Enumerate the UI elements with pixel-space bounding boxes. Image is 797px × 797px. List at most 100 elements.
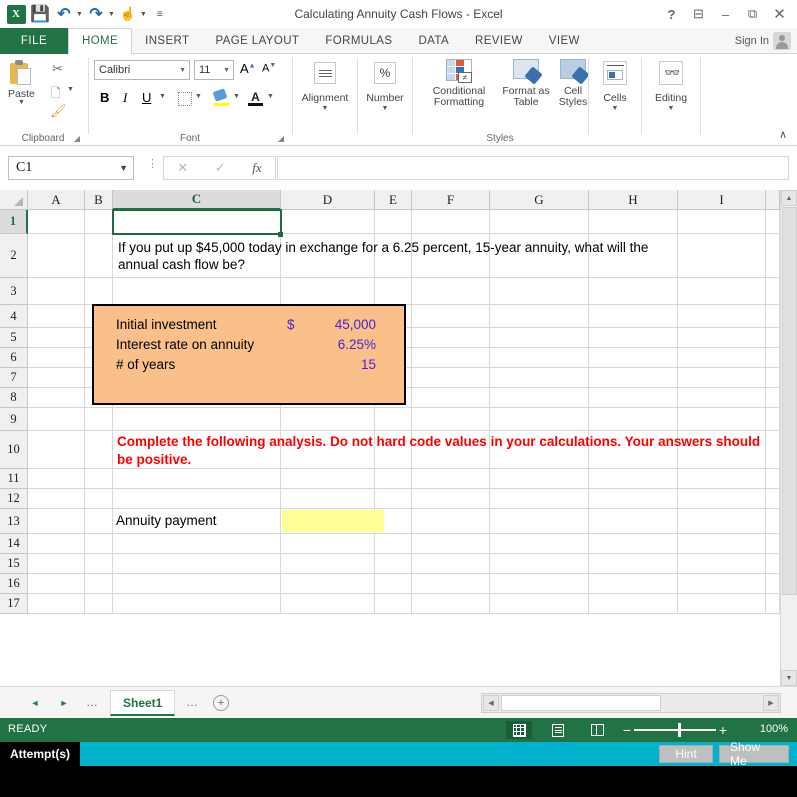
cell-H6[interactable] (589, 348, 678, 368)
answer-cell-d13[interactable] (282, 510, 384, 532)
vertical-scrollbar[interactable]: ▲ ▼ (780, 190, 797, 686)
select-all-corner[interactable] (0, 190, 28, 210)
restore-icon[interactable]: ⧉ (739, 1, 766, 27)
cell-A2[interactable] (28, 234, 85, 278)
cell-A4[interactable] (28, 305, 85, 328)
cell-I7[interactable] (678, 368, 766, 388)
cell-F11[interactable] (412, 469, 490, 489)
font-name-dropdown-icon[interactable]: ▼ (179, 67, 186, 74)
cell-A5[interactable] (28, 328, 85, 348)
column-header-g[interactable]: G (490, 190, 589, 210)
cell-E17[interactable] (375, 594, 412, 614)
cell-B10[interactable] (85, 431, 113, 469)
cell-H16[interactable] (589, 574, 678, 594)
decrease-font-size-icon[interactable]: A▼ (262, 62, 276, 75)
cell-D17[interactable] (281, 594, 375, 614)
tab-review[interactable]: REVIEW (462, 28, 536, 54)
cell-B13[interactable] (85, 509, 113, 534)
zoom-level[interactable]: 100% (760, 723, 788, 735)
touch-mode-icon[interactable]: ☝ (117, 3, 139, 25)
tab-insert[interactable]: INSERT (132, 28, 202, 54)
cell-A6[interactable] (28, 348, 85, 368)
cell-H13[interactable] (589, 509, 678, 534)
zoom-in-icon[interactable]: + (716, 722, 730, 738)
cell-D12[interactable] (281, 489, 375, 509)
format-as-table-button[interactable]: Format as Table (498, 59, 554, 108)
cell-F6[interactable] (412, 348, 490, 368)
page-break-view-icon[interactable] (584, 721, 610, 739)
cell-I15[interactable] (678, 554, 766, 574)
column-header-i[interactable]: I (678, 190, 766, 210)
cell-undefined15[interactable] (766, 554, 780, 574)
paste-dropdown-icon[interactable]: ▼ (18, 99, 25, 106)
cell-undefined10[interactable] (766, 431, 780, 469)
cell-undefined8[interactable] (766, 388, 780, 408)
cell-C9[interactable] (113, 408, 281, 431)
zoom-track[interactable] (634, 723, 716, 738)
minimize-icon[interactable]: – (712, 1, 739, 27)
column-header-c[interactable]: C (113, 190, 281, 210)
ribbon-group-editing[interactable]: 👓 Editing ▼ (643, 54, 699, 146)
cell-G3[interactable] (490, 278, 589, 305)
tab-home[interactable]: HOME (68, 28, 133, 54)
customize-qat-icon[interactable]: ≡ (149, 3, 171, 25)
page-layout-view-icon[interactable] (545, 721, 571, 739)
cell-E3[interactable] (375, 278, 412, 305)
bold-button[interactable]: B (100, 90, 109, 105)
cell-H4[interactable] (589, 305, 678, 328)
sheet-tab-sheet1[interactable]: Sheet1 (110, 690, 176, 716)
cell-A13[interactable] (28, 509, 85, 534)
zoom-out-icon[interactable]: − (620, 722, 634, 738)
cell-A3[interactable] (28, 278, 85, 305)
cell-I11[interactable] (678, 469, 766, 489)
row-header-5[interactable]: 5 (0, 328, 28, 348)
cell-undefined17[interactable] (766, 594, 780, 614)
cell-G11[interactable] (490, 469, 589, 489)
cell-D11[interactable] (281, 469, 375, 489)
sheet-ellipsis-right[interactable]: … (186, 695, 198, 709)
cell-undefined3[interactable] (766, 278, 780, 305)
cell-A9[interactable] (28, 408, 85, 431)
ribbon-group-number[interactable]: % Number ▼ (359, 54, 411, 146)
enter-formula-icon[interactable]: ✓ (215, 160, 226, 176)
cell-A15[interactable] (28, 554, 85, 574)
cell-B9[interactable] (85, 408, 113, 431)
previous-sheet-icon[interactable]: ◄ (26, 695, 44, 711)
cell-I1[interactable] (678, 210, 766, 234)
cell-I5[interactable] (678, 328, 766, 348)
row-header-16[interactable]: 16 (0, 574, 28, 594)
borders-dropdown-icon[interactable]: ▼ (195, 93, 202, 100)
cell-H9[interactable] (589, 408, 678, 431)
cell-F16[interactable] (412, 574, 490, 594)
cell-F9[interactable] (412, 408, 490, 431)
cell-I12[interactable] (678, 489, 766, 509)
close-icon[interactable]: ✕ (766, 1, 793, 27)
cell-H1[interactable] (589, 210, 678, 234)
cell-A11[interactable] (28, 469, 85, 489)
scroll-left-icon[interactable]: ◀ (483, 695, 499, 711)
redo-icon[interactable]: ↷ (85, 3, 107, 25)
normal-view-icon[interactable] (506, 721, 532, 739)
cell-C12[interactable] (113, 489, 281, 509)
cell-C1[interactable] (113, 210, 281, 234)
collapse-ribbon-icon[interactable]: ∧ (779, 128, 787, 141)
cell-B1[interactable] (85, 210, 113, 234)
cell-G17[interactable] (490, 594, 589, 614)
cell-undefined2[interactable] (766, 234, 780, 278)
cell-H12[interactable] (589, 489, 678, 509)
cell-C14[interactable] (113, 534, 281, 554)
increase-font-size-icon[interactable]: A▲ (240, 61, 256, 76)
cell-undefined16[interactable] (766, 574, 780, 594)
column-header-e[interactable]: E (375, 190, 412, 210)
cell-C3[interactable] (113, 278, 281, 305)
tab-view[interactable]: VIEW (536, 28, 593, 54)
cell-E15[interactable] (375, 554, 412, 574)
cell-H17[interactable] (589, 594, 678, 614)
worksheet-grid[interactable]: A B C D E F G H I 1 2 3 4 5 6 7 8 9 10 1… (0, 190, 797, 686)
zoom-slider[interactable]: − + (620, 722, 730, 738)
cell-C16[interactable] (113, 574, 281, 594)
cell-D15[interactable] (281, 554, 375, 574)
cell-E11[interactable] (375, 469, 412, 489)
next-sheet-icon[interactable]: ► (55, 695, 73, 711)
number-dropdown-icon[interactable]: ▼ (359, 105, 411, 112)
